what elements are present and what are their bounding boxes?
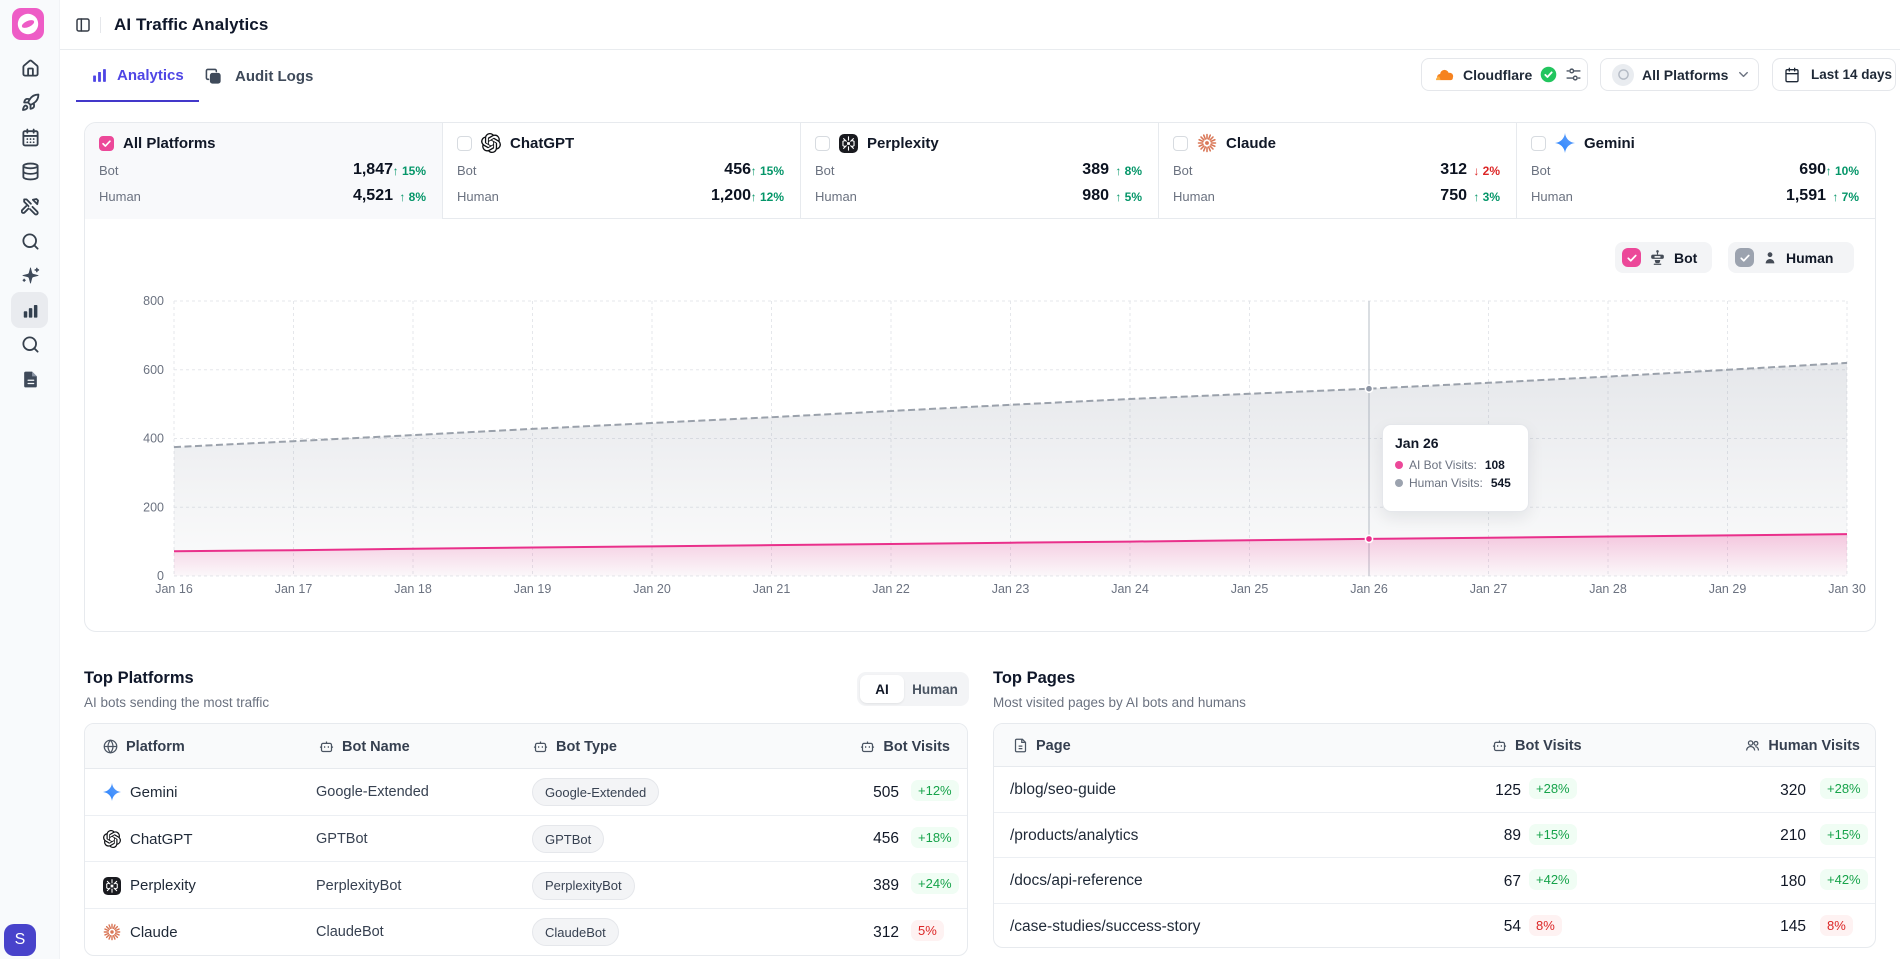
svg-text:400: 400 [143,432,164,446]
svg-text:Jan 18: Jan 18 [394,582,432,596]
svg-text:Jan 21: Jan 21 [753,582,791,596]
svg-text:Jan 24: Jan 24 [1111,582,1149,596]
svg-text:Jan 16: Jan 16 [155,582,193,596]
svg-text:Jan 19: Jan 19 [514,582,552,596]
svg-text:0: 0 [157,569,164,583]
svg-text:Jan 22: Jan 22 [872,582,910,596]
svg-text:Jan 27: Jan 27 [1470,582,1508,596]
svg-text:600: 600 [143,363,164,377]
svg-text:Jan 20: Jan 20 [633,582,671,596]
svg-text:Jan 23: Jan 23 [992,582,1030,596]
svg-text:Jan 28: Jan 28 [1589,582,1627,596]
svg-text:Jan 29: Jan 29 [1709,582,1747,596]
svg-text:Jan 17: Jan 17 [275,582,313,596]
svg-text:Jan 30: Jan 30 [1828,582,1866,596]
svg-text:800: 800 [143,294,164,308]
svg-text:Jan 25: Jan 25 [1231,582,1269,596]
svg-text:200: 200 [143,500,164,514]
svg-text:Jan 26: Jan 26 [1350,582,1388,596]
